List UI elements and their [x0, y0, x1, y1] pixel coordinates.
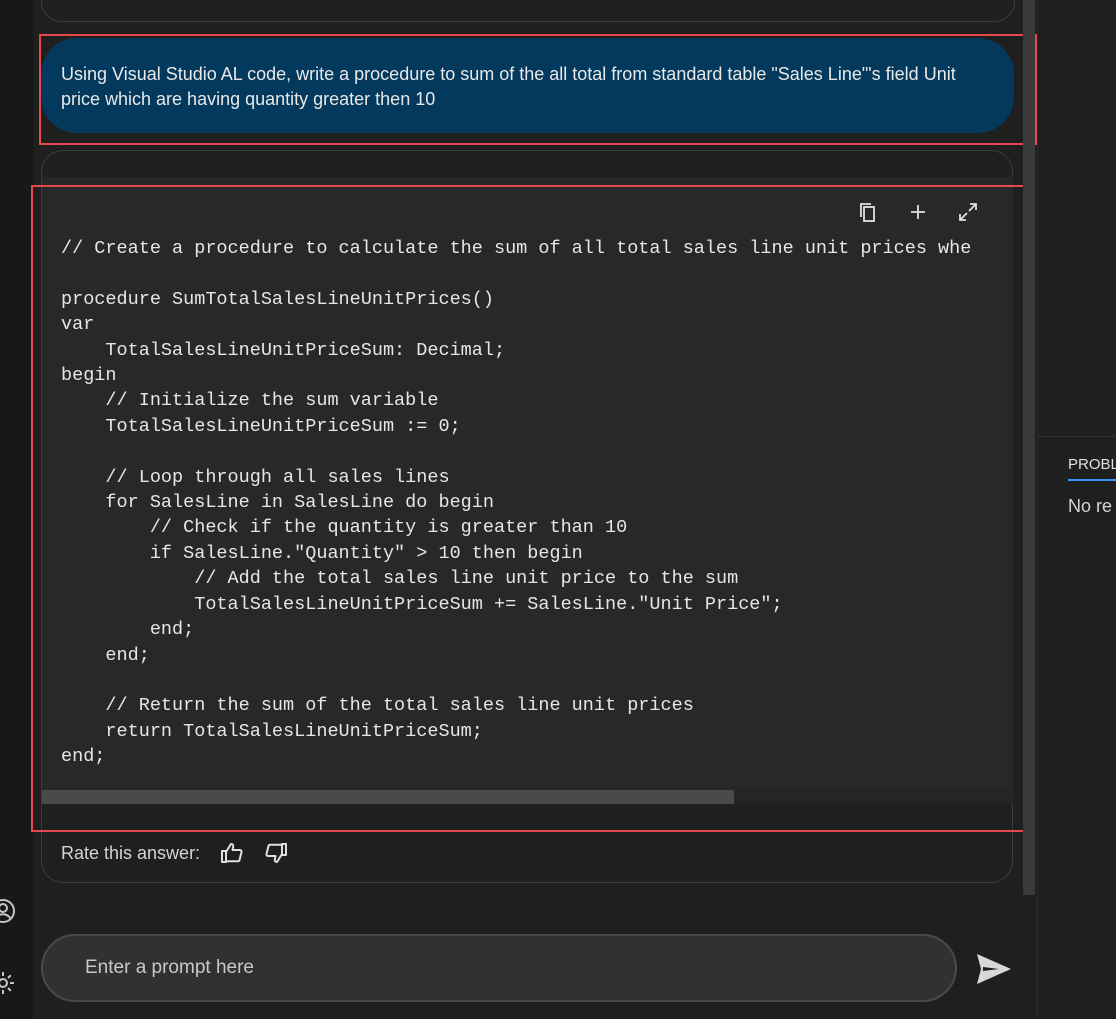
gear-icon[interactable]: [0, 970, 16, 996]
expand-icon[interactable]: [953, 197, 983, 227]
previous-message-card: [41, 0, 1015, 22]
code-toolbar: [853, 197, 983, 227]
account-icon[interactable]: [0, 898, 16, 924]
rating-row: Rate this answer:: [61, 838, 306, 868]
code-block: // Create a procedure to calculate the s…: [42, 177, 1013, 804]
code-horizontal-scrollbar[interactable]: [42, 790, 1013, 804]
thumbs-down-icon[interactable]: [262, 839, 290, 867]
editor-area: [1038, 0, 1116, 436]
plus-icon[interactable]: [903, 197, 933, 227]
thumbs-up-icon[interactable]: [218, 839, 246, 867]
chat-panel: Using Visual Studio AL code, write a pro…: [31, 0, 1037, 1019]
panel-divider: [1038, 436, 1116, 437]
code-scrollbar-thumb[interactable]: [42, 790, 734, 804]
chat-vertical-scrollbar[interactable]: [1023, 0, 1035, 895]
tab-problems[interactable]: PROBL: [1068, 456, 1116, 481]
user-message: Using Visual Studio AL code, write a pro…: [41, 38, 1014, 133]
right-panel: PROBL No re: [1037, 0, 1116, 1019]
code-text: // Create a procedure to calculate the s…: [61, 238, 972, 768]
send-icon[interactable]: [973, 950, 1015, 988]
problems-message: No re: [1068, 496, 1113, 516]
rate-label: Rate this answer:: [61, 842, 201, 863]
copy-icon[interactable]: [853, 197, 883, 227]
activity-bar: [0, 0, 34, 1019]
prompt-input[interactable]: [41, 934, 957, 1002]
